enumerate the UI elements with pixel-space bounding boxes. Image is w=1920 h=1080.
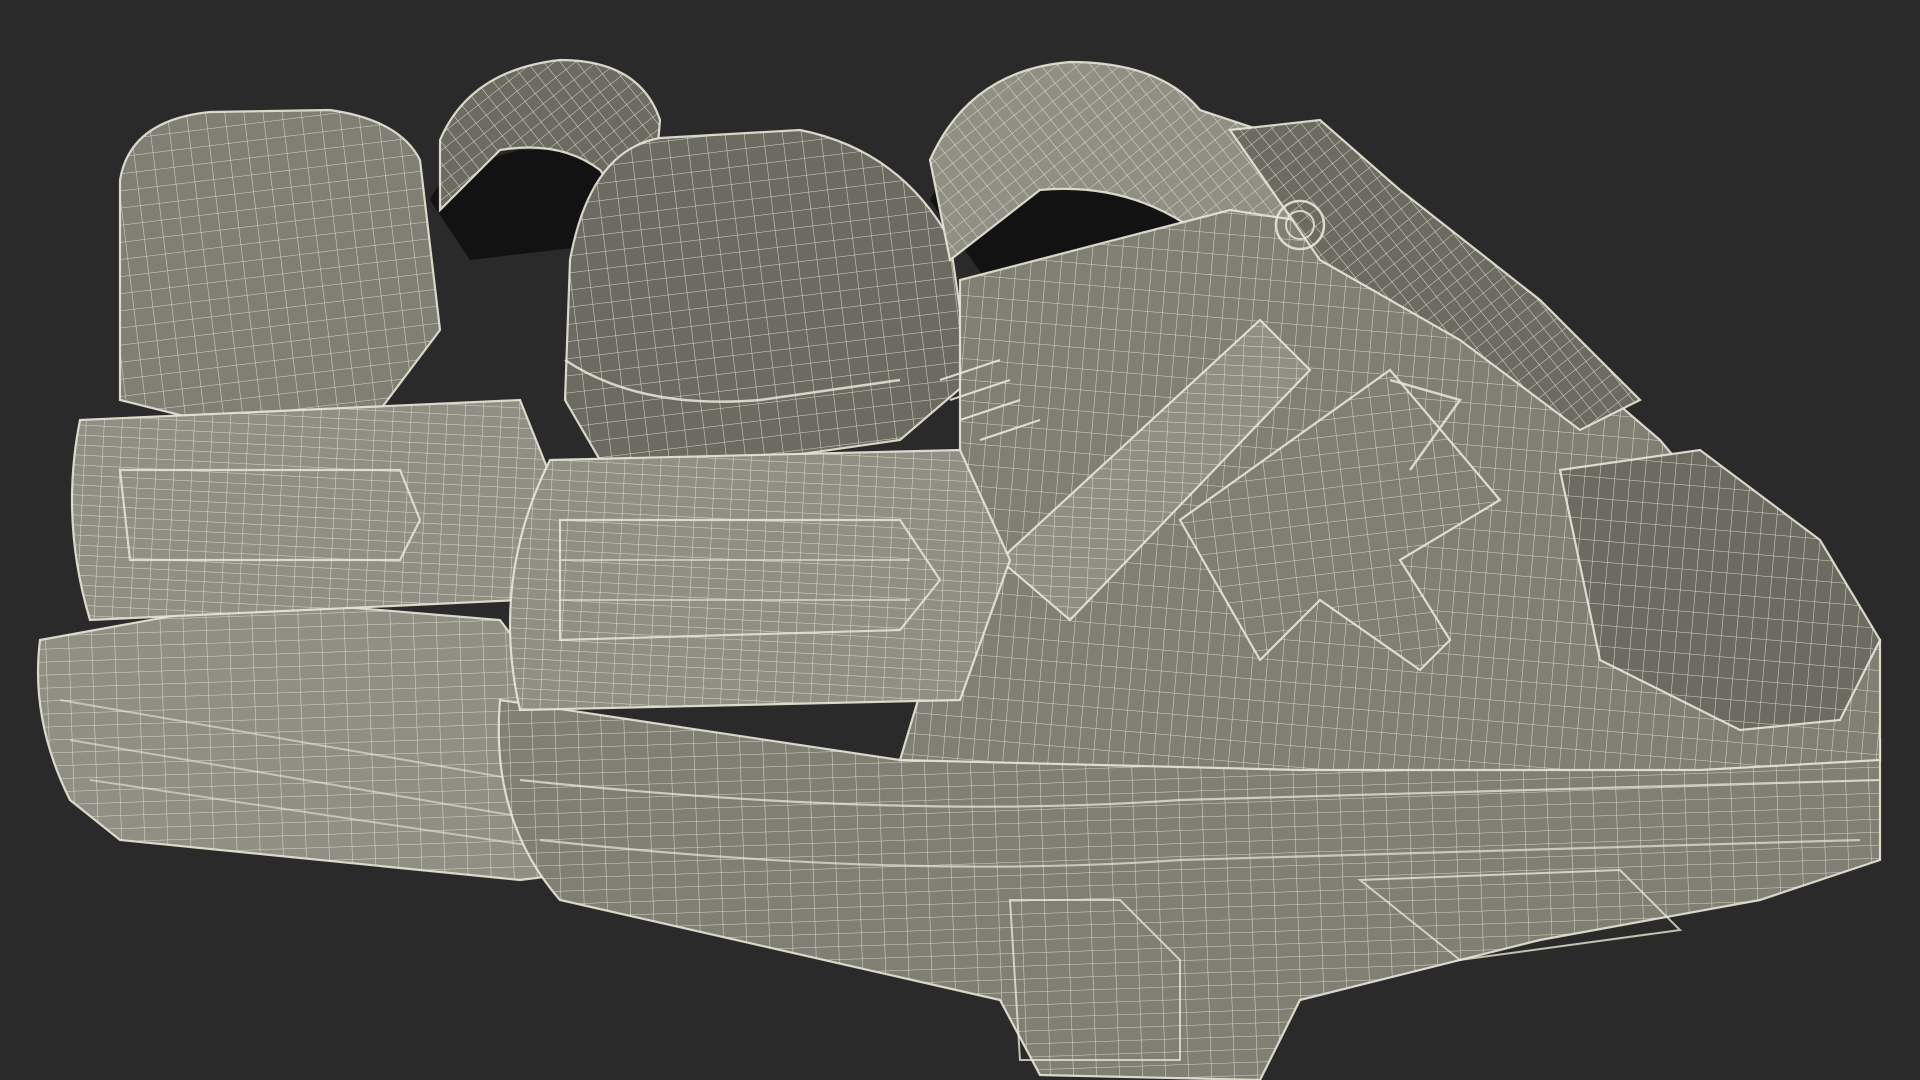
- front-sneaker: [497, 60, 1882, 1080]
- rear-sneaker-heel-band: [70, 398, 562, 622]
- wireframe-render: [36, 58, 1882, 1080]
- front-sneaker-heel: [563, 128, 972, 462]
- rear-sneaker-heel: [118, 108, 442, 422]
- front-sneaker-heel-band: [508, 448, 1012, 712]
- render-viewport: [0, 0, 1920, 1080]
